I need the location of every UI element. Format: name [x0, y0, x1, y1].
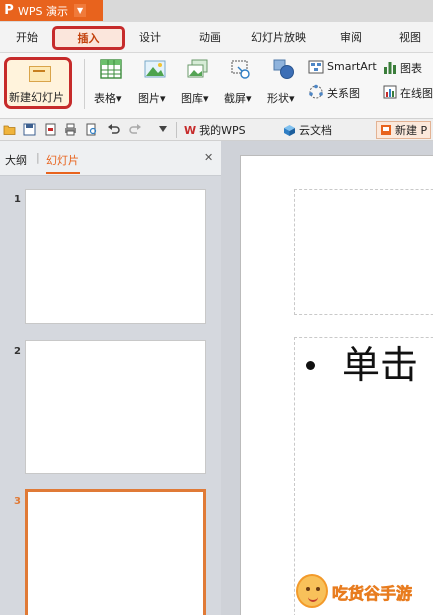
redo-icon[interactable]: [129, 123, 142, 136]
chevron-down-icon: ▾: [160, 92, 166, 105]
chart-icon: [384, 62, 396, 74]
slides-panel: 大纲 | 幻灯片 ✕ 1 2 3: [0, 141, 221, 615]
toolbar-divider: [176, 122, 177, 138]
doc-tab-new-presentation[interactable]: 新建 P: [376, 121, 432, 139]
doc-tab-label: 云文档: [299, 124, 332, 137]
quick-access-menu-icon[interactable]: [158, 125, 168, 133]
slide-number: 3: [14, 496, 21, 507]
slide-thumbnail-3[interactable]: [25, 489, 206, 615]
chevron-down-icon: ▾: [289, 92, 295, 105]
doc-tab-label: 新建 P: [395, 124, 428, 137]
doc-tab-label: 我的WPS: [199, 124, 246, 137]
slide-number: 1: [14, 194, 21, 205]
ribbon-divider: [84, 59, 85, 109]
table-label: 表格: [94, 92, 116, 105]
new-slide-button[interactable]: 新建幻灯片: [4, 57, 72, 109]
chevron-down-icon[interactable]: ▼: [74, 4, 87, 17]
watermark: 吃货谷手游: [296, 574, 433, 610]
doc-tab-cloud-docs[interactable]: 云文档: [283, 121, 332, 139]
gallery-button[interactable]: 图库▾: [181, 57, 221, 107]
chevron-down-icon: ▾: [116, 92, 122, 105]
close-icon[interactable]: ✕: [204, 151, 213, 164]
export-pdf-icon[interactable]: [44, 123, 57, 136]
title-bar: P WPS 演示 ▼: [0, 0, 433, 22]
shapes-label: 形状: [267, 92, 289, 105]
tab-view[interactable]: 视图: [399, 29, 421, 45]
wps-w-icon: W: [184, 123, 197, 137]
table-icon: [100, 59, 122, 79]
watermark-text: 吃货谷手游: [332, 584, 413, 604]
cloud-cube-icon: [284, 124, 295, 136]
watermark-mascot-icon: [296, 574, 328, 608]
tab-slides[interactable]: 幻灯片: [46, 152, 79, 168]
quick-access-toolbar: W 我的WPS 云文档 新建 P: [0, 119, 433, 141]
tab-animation[interactable]: 动画: [199, 29, 221, 45]
undo-icon[interactable]: [107, 123, 120, 136]
slide-thumbnail-2[interactable]: [25, 340, 206, 474]
content-placeholder-text[interactable]: 单击: [342, 334, 418, 389]
online-chart-icon: [383, 85, 397, 99]
new-slide-icon: [29, 66, 51, 82]
relation-diagram-button[interactable]: 关系图: [308, 84, 380, 104]
picture-label: 图片: [138, 92, 160, 105]
chart-label: 图表: [400, 62, 422, 75]
chart-button[interactable]: 图表: [383, 59, 433, 79]
chevron-down-icon: ▾: [246, 92, 252, 105]
online-chart-button[interactable]: 在线图: [383, 84, 433, 104]
new-slide-label: 新建幻灯片: [9, 91, 64, 104]
screenshot-button[interactable]: 截屏▾: [224, 57, 264, 107]
wps-logo-icon: P: [4, 3, 14, 18]
tab-home[interactable]: 开始: [16, 29, 38, 45]
active-tab-underline: [46, 172, 80, 174]
save-icon[interactable]: [23, 123, 36, 136]
gallery-label: 图库: [181, 92, 203, 105]
doc-tab-my-wps[interactable]: W 我的WPS: [184, 121, 246, 139]
screenshot-label: 截屏: [224, 92, 246, 105]
smartart-label: SmartArt: [327, 60, 377, 73]
slides-panel-header: 大纲 | 幻灯片 ✕: [0, 141, 221, 176]
tab-review[interactable]: 审阅: [340, 29, 362, 45]
table-button[interactable]: 表格▾: [94, 57, 134, 107]
shapes-button[interactable]: 形状▾: [267, 57, 307, 107]
tab-outline[interactable]: 大纲: [5, 152, 27, 168]
print-icon[interactable]: [64, 123, 77, 136]
slide-number: 2: [14, 346, 21, 357]
smartart-button[interactable]: SmartArt: [308, 59, 380, 79]
gallery-icon: [187, 59, 208, 78]
picture-icon: [144, 60, 166, 78]
slide-thumbnail-1[interactable]: [25, 189, 206, 324]
online-chart-label: 在线图: [400, 87, 433, 100]
app-name: WPS 演示: [18, 4, 68, 18]
tab-design[interactable]: 设计: [139, 29, 161, 45]
chevron-down-icon: ▾: [203, 92, 209, 105]
app-menu-button[interactable]: P WPS 演示 ▼: [0, 0, 103, 21]
smartart-icon: [308, 60, 324, 74]
bullet-point: [306, 361, 315, 370]
tab-divider: |: [36, 151, 40, 164]
relation-diagram-label: 关系图: [327, 87, 360, 100]
screenshot-icon: [231, 60, 250, 79]
open-folder-icon[interactable]: [3, 123, 16, 136]
relation-diagram-icon: [309, 84, 323, 99]
menu-tab-bar: 开始 插入 设计 动画 幻灯片放映 审阅 视图: [0, 22, 433, 53]
tab-insert-label: 插入: [77, 32, 100, 45]
ribbon-toolbar: 新建幻灯片 表格▾ 图片▾ 图库▾ 截屏▾ 形状▾ SmartArt 图表 关系…: [0, 53, 433, 119]
tab-slideshow[interactable]: 幻灯片放映: [251, 29, 306, 45]
presentation-doc-icon: [381, 125, 391, 135]
shapes-icon: [273, 59, 294, 79]
title-placeholder[interactable]: [294, 189, 433, 315]
print-preview-icon[interactable]: [85, 123, 98, 136]
tab-insert[interactable]: 插入: [52, 26, 125, 50]
picture-button[interactable]: 图片▾: [138, 57, 178, 107]
